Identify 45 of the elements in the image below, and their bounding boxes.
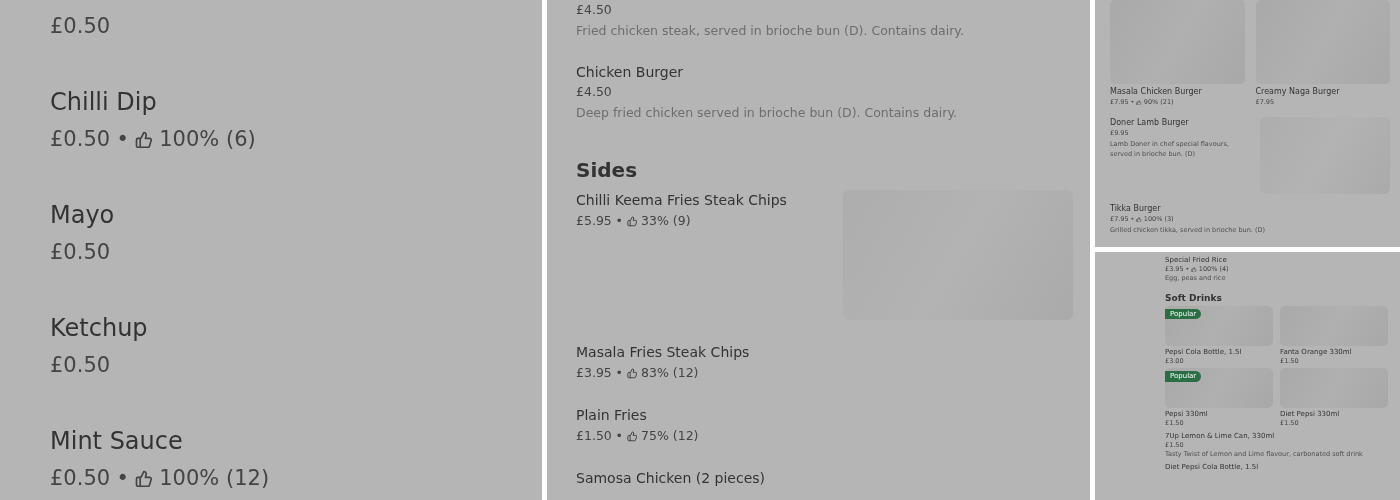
- item-name[interactable]: Creamy Naga Burger: [1255, 86, 1390, 97]
- rating: 100% (12): [159, 465, 270, 492]
- rating: 75% (12): [641, 426, 699, 445]
- separator: •: [615, 211, 623, 230]
- section-heading: Soft Drinks: [1165, 292, 1223, 303]
- item-name[interactable]: Doner Lamb Burger: [1110, 117, 1248, 128]
- separator: •: [116, 126, 129, 153]
- price: £5.95: [576, 211, 612, 230]
- item-name[interactable]: Tikka Burger: [1110, 203, 1265, 214]
- separator: •: [116, 465, 129, 492]
- price: £0.50: [50, 465, 111, 492]
- item-name[interactable]: Chicken Burger: [576, 61, 958, 83]
- rating: 83% (12): [641, 363, 699, 382]
- rating: 100% (6): [159, 126, 256, 153]
- price: £3.95: [576, 363, 612, 382]
- thumbs-up-icon: [135, 469, 153, 488]
- item-name[interactable]: Chilli Dip: [50, 84, 256, 121]
- thumbs-up-icon: [135, 130, 153, 149]
- thumbs-up-icon: [626, 215, 638, 227]
- separator: •: [615, 363, 623, 382]
- price: £0.50: [50, 126, 111, 153]
- item-name[interactable]: Plain Fries: [576, 405, 699, 426]
- rating: 33% (9): [641, 211, 691, 230]
- price: £4.50: [576, 83, 612, 102]
- item-name[interactable]: Mint Sauce: [50, 423, 270, 460]
- separator: •: [615, 426, 623, 445]
- thumbs-up-icon: [626, 430, 638, 442]
- item-name[interactable]: Masala Chicken Burger: [1110, 86, 1245, 97]
- item-name[interactable]: Mayo: [50, 197, 115, 234]
- item-name[interactable]: Chilli Keema Fries Steak Chips: [576, 190, 787, 211]
- price: £0.50: [50, 352, 111, 379]
- item-name[interactable]: Ketchup: [50, 310, 148, 347]
- thumbs-up-icon: [1136, 216, 1142, 223]
- thumbs-up-icon: [1136, 99, 1142, 106]
- section-heading: Sides: [576, 158, 639, 183]
- price: £0.50: [50, 13, 111, 40]
- thumbs-up-icon: [1191, 266, 1197, 273]
- price: £1.50: [576, 426, 612, 445]
- item-name[interactable]: Masala Fries Steak Chips: [576, 342, 750, 363]
- thumbs-up-icon: [626, 367, 638, 379]
- item-description: Fried chicken steak, served in brioche bun (D). Contains dairy.: [576, 21, 964, 40]
- price: £0.50: [50, 239, 111, 266]
- item-name[interactable]: Samosa Chicken (2 pieces): [576, 468, 766, 489]
- item-description: Deep fried chicken served in brioche bun (D). Contains dairy.: [576, 103, 958, 122]
- price: £4.50: [576, 1, 612, 19]
